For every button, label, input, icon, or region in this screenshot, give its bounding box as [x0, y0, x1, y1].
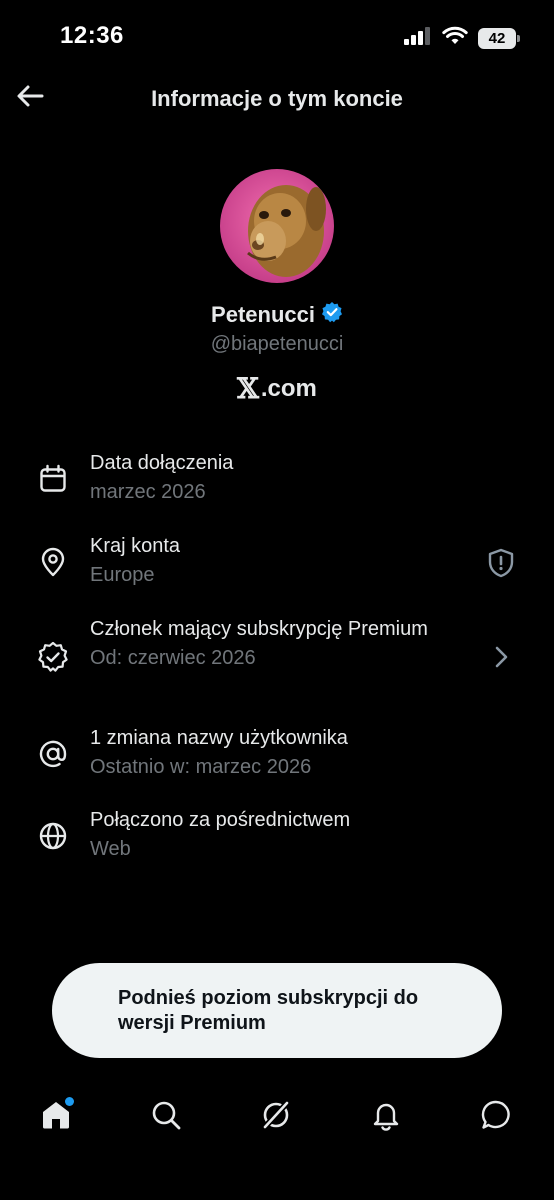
- nav-home[interactable]: [36, 1097, 76, 1137]
- display-name: Petenucci: [211, 301, 315, 327]
- header: Informacje o tym koncie: [0, 76, 554, 122]
- status-icons: 42: [404, 26, 520, 51]
- info-title: 1 zmiana nazwy użytkownika: [90, 727, 348, 749]
- info-text: Data dołączenia marzec 2026: [90, 451, 484, 505]
- info-item-username-changes: 1 zmiana nazwy użytkownika Ostatnio w: m…: [0, 726, 554, 786]
- upgrade-premium-toast[interactable]: Podnieś poziom subskrypcji do wersji Pre…: [52, 963, 502, 1058]
- site-row: 𝕏 .com: [0, 372, 554, 405]
- status-time: 12:36: [60, 22, 124, 49]
- info-item-join-date: Data dołączenia marzec 2026: [0, 451, 554, 511]
- verified-badge-icon: [321, 301, 343, 328]
- search-icon: [150, 1099, 182, 1136]
- status-bar: 12:36 42: [0, 0, 554, 70]
- info-subtitle: Ostatnio w: marzec 2026: [90, 756, 312, 778]
- nav-notifications[interactable]: [366, 1097, 406, 1137]
- toast-text: Podnieś poziom subskrypcji do wersji Pre…: [118, 987, 419, 1034]
- x-logo-icon: 𝕏: [237, 372, 259, 405]
- info-text: 1 zmiana nazwy użytkownika Ostatnio w: m…: [90, 726, 484, 780]
- shield-icon[interactable]: [486, 548, 516, 578]
- bottom-nav: [0, 1085, 554, 1145]
- page-title: Informacje o tym koncie: [151, 86, 403, 111]
- info-title: Data dołączenia: [90, 452, 234, 474]
- info-item-premium-member[interactable]: Członek mający subskrypcję Premium Od: c…: [0, 617, 554, 703]
- info-subtitle: Od: czerwiec 2026: [90, 647, 256, 669]
- nav-grok[interactable]: [256, 1097, 296, 1137]
- info-title: Połączono za pośrednictwem: [90, 809, 351, 831]
- cellular-signal-icon: [404, 27, 432, 50]
- battery-level: 42: [488, 30, 506, 47]
- info-text: Połączono za pośrednictwem Web: [90, 808, 484, 862]
- calendar-icon: [36, 462, 70, 496]
- account-info-screen: 12:36 42 Informacje o tym koncie Petenuc…: [0, 0, 554, 1200]
- site-text: .com: [260, 374, 317, 402]
- wifi-icon: [442, 26, 468, 51]
- globe-icon: [36, 819, 70, 853]
- info-title: Kraj konta: [90, 535, 181, 557]
- notification-dot: [65, 1097, 74, 1106]
- location-pin-icon: [36, 545, 70, 579]
- nav-messages[interactable]: [476, 1097, 516, 1137]
- verified-check-icon: [36, 640, 70, 674]
- info-subtitle: Europe: [90, 564, 155, 586]
- info-item-account-country: Kraj konta Europe: [0, 534, 554, 594]
- battery-icon: 42: [478, 28, 520, 49]
- username-handle: @biapetenucci: [210, 333, 344, 355]
- bell-icon: [370, 1099, 402, 1136]
- chevron-right-icon: [486, 642, 516, 672]
- at-sign-icon: [36, 737, 70, 771]
- info-subtitle: marzec 2026: [90, 481, 206, 503]
- info-subtitle: Web: [90, 838, 131, 860]
- grok-icon: [259, 1098, 293, 1137]
- info-title: Członek mający subskrypcję Premium: [90, 618, 428, 640]
- message-bubble-icon: [480, 1099, 512, 1136]
- info-text: Członek mający subskrypcję Premium Od: c…: [90, 617, 484, 671]
- info-item-connected-via: Połączono za pośrednictwem Web: [0, 808, 554, 868]
- nav-search[interactable]: [146, 1097, 186, 1137]
- info-text: Kraj konta Europe: [90, 534, 484, 588]
- display-name-row: Petenucci: [0, 301, 554, 328]
- avatar[interactable]: [220, 169, 334, 283]
